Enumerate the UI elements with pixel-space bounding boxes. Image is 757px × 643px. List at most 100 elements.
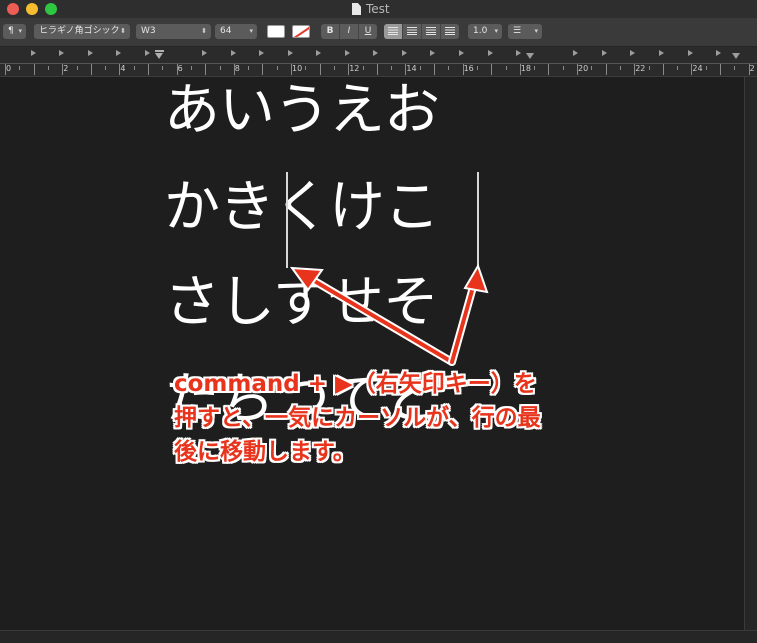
italic-button[interactable]: I xyxy=(340,24,359,39)
tab-stop-marker[interactable] xyxy=(145,50,150,56)
ruler-label: 20 xyxy=(578,64,589,73)
title-bar: Test xyxy=(0,0,757,18)
tab-stop-marker[interactable] xyxy=(316,50,321,56)
tab-stop-marker[interactable] xyxy=(202,50,207,56)
line-spacing-popup[interactable]: 1.0 ▾ xyxy=(468,24,502,39)
ruler-tick xyxy=(319,64,321,75)
ruler-tick xyxy=(376,64,378,75)
ruler-label: 14 xyxy=(406,64,417,73)
chevron-down-icon: ▾ xyxy=(18,27,22,35)
ruler-label: 22 xyxy=(635,64,646,73)
ruler-tick xyxy=(76,66,78,70)
chevron-down-icon: ▾ xyxy=(249,27,253,35)
ruler-label: 8 xyxy=(234,64,240,73)
align-right-icon xyxy=(426,27,436,35)
ruler-label: 4 xyxy=(120,64,126,73)
tab-stop-marker[interactable] xyxy=(402,50,407,56)
list-bullets-icon: ☰ xyxy=(513,26,522,36)
tab-stop-marker[interactable] xyxy=(345,50,350,56)
ruler-tick xyxy=(734,66,736,70)
annotation-line-2: 押すと、一気にカーソルが、行の最 xyxy=(174,405,541,431)
tab-stop-marker[interactable] xyxy=(88,50,93,56)
chevron-updown-icon: ⬍ xyxy=(120,27,126,35)
ruler-label: 24 xyxy=(692,64,703,73)
tab-stop-marker[interactable] xyxy=(688,50,693,56)
chevron-updown-icon: ⬍ xyxy=(201,27,207,35)
document-area[interactable] xyxy=(0,77,744,630)
text-color-well[interactable] xyxy=(267,25,285,38)
align-justify-button[interactable] xyxy=(441,24,459,39)
right-margin-marker[interactable] xyxy=(732,53,740,59)
ruler-tick xyxy=(248,66,250,70)
ruler-tick xyxy=(548,64,550,75)
chevron-down-icon: ▾ xyxy=(494,27,498,35)
tab-stop-marker[interactable] xyxy=(716,50,721,56)
vertical-scrollbar[interactable] xyxy=(744,77,757,630)
tab-stop-marker[interactable] xyxy=(602,50,607,56)
font-family-popup[interactable]: ヒラギノ角ゴシック ⬍ xyxy=(34,24,130,39)
ruler-tick xyxy=(362,66,364,70)
ruler-tick xyxy=(419,66,421,70)
ruler-tick xyxy=(677,66,679,70)
ruler-tick xyxy=(648,66,650,70)
list-style-popup[interactable]: ☰ ▾ xyxy=(508,24,542,39)
first-line-indent-marker[interactable] xyxy=(155,50,164,60)
window-title: Test xyxy=(352,1,390,17)
tab-stop-marker[interactable] xyxy=(630,50,635,56)
tab-stop-marker[interactable] xyxy=(526,53,534,59)
ruler-tick xyxy=(534,66,536,70)
font-size-combo[interactable]: 64 ▾ xyxy=(215,24,257,39)
ruler-tick xyxy=(219,66,221,70)
font-weight-value: W3 xyxy=(141,26,156,36)
close-window-button[interactable] xyxy=(7,3,19,15)
tab-stop-marker[interactable] xyxy=(288,50,293,56)
font-weight-popup[interactable]: W3 ⬍ xyxy=(136,24,211,39)
ruler-tick xyxy=(476,66,478,70)
tab-stop-marker[interactable] xyxy=(573,50,578,56)
tab-stop-marker[interactable] xyxy=(459,50,464,56)
zoom-window-button[interactable] xyxy=(45,3,57,15)
horizontal-scrollbar[interactable] xyxy=(0,630,757,643)
ruler-tick xyxy=(705,66,707,70)
ruler-label: 2 xyxy=(749,64,755,73)
bold-button[interactable]: B xyxy=(321,24,340,39)
tab-stop-marker[interactable] xyxy=(488,50,493,56)
alignment-group xyxy=(384,24,459,39)
tab-stop-marker[interactable] xyxy=(659,50,664,56)
tab-stop-marker[interactable] xyxy=(31,50,36,56)
ruler-label: 16 xyxy=(463,64,474,73)
tab-stop-marker[interactable] xyxy=(373,50,378,56)
align-justify-icon xyxy=(445,27,455,35)
ruler-tick xyxy=(662,64,664,75)
paragraph-style-popup[interactable]: ¶ ▾ xyxy=(3,24,26,39)
tab-stop-marker[interactable] xyxy=(116,50,121,56)
ruler-tick xyxy=(19,66,21,70)
background-color-well[interactable] xyxy=(292,25,310,38)
text-line-1[interactable]: あいうえお xyxy=(164,83,440,139)
font-family-value: ヒラギノ角ゴシック xyxy=(39,26,120,36)
annotation-line-3: 後に移動します。 xyxy=(174,439,356,465)
tab-stop-marker[interactable] xyxy=(430,50,435,56)
window-title-text: Test xyxy=(366,2,390,16)
ruler-tick xyxy=(105,66,107,70)
minimize-window-button[interactable] xyxy=(26,3,38,15)
annotation-callout: command + ▶（右矢印キー）を 押すと、一気にカーソルが、行の最 後に移… xyxy=(174,367,634,469)
ruler-tick xyxy=(448,66,450,70)
underline-button[interactable]: U xyxy=(359,24,377,39)
ruler-tick xyxy=(391,66,393,70)
annotation-line-1: command + ▶（右矢印キー）を xyxy=(174,371,537,397)
tab-stop-marker[interactable] xyxy=(516,50,521,56)
format-toolbar: ¶ ▾ ヒラギノ角ゴシック ⬍ W3 ⬍ 64 ▾ B I U 1.0 ▾ ☰ ▾ xyxy=(0,18,757,47)
align-center-button[interactable] xyxy=(403,24,422,39)
align-left-button[interactable] xyxy=(384,24,403,39)
ruler-tick xyxy=(720,64,721,75)
ruler[interactable]: 0 2 4 6 8 10 12 14 16 18 20 22 24 2 xyxy=(0,47,757,77)
ruler-label: 2 xyxy=(63,64,69,73)
align-right-button[interactable] xyxy=(422,24,441,39)
tab-stop-marker[interactable] xyxy=(231,50,236,56)
text-line-2[interactable]: かきくけこ xyxy=(164,180,440,236)
text-line-3[interactable]: さしすせそ xyxy=(164,275,439,331)
text-style-group: B I U xyxy=(321,24,377,39)
tab-stop-marker[interactable] xyxy=(59,50,64,56)
tab-stop-marker[interactable] xyxy=(259,50,264,56)
